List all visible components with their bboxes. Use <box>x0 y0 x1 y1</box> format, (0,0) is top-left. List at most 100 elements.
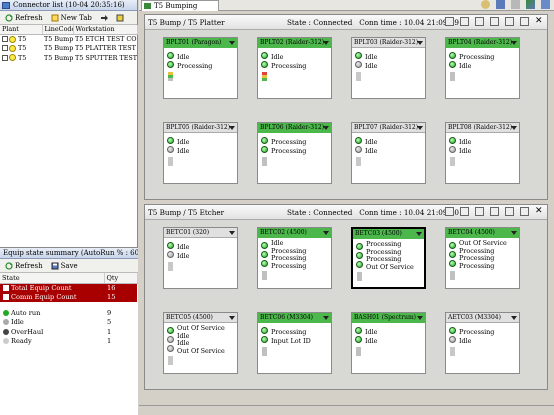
chamber-status: Idle <box>177 138 190 146</box>
list-icon[interactable] <box>511 0 520 9</box>
monitor-icon[interactable] <box>496 0 505 9</box>
equip-card-header[interactable]: BPLT07 (Raider-312) <box>352 123 425 133</box>
row-checkbox[interactable] <box>2 45 8 52</box>
equip-card-header[interactable]: BPLT02 (Raider-312) <box>258 38 331 48</box>
column-header-qty[interactable]: Qty <box>104 273 138 284</box>
camera-icon[interactable] <box>460 17 469 26</box>
equipment-card[interactable]: BPLT04 (Raider-312) Processing Idle <box>445 37 520 99</box>
equipment-card[interactable]: AETC03 (M3304) Processing Idle <box>445 312 520 374</box>
equip-card-header[interactable]: BETC03 (4500) <box>353 229 424 239</box>
grid-icon[interactable] <box>475 207 484 216</box>
equipment-card[interactable]: BETC04 (4500) Out Of Service Processing Pro… <box>445 227 520 289</box>
equip-card-header[interactable]: BPLT01 (Paragon) <box>164 38 237 48</box>
equip-card-header[interactable]: BPLT08 (Raider-312) <box>446 123 519 133</box>
equip-card-header[interactable]: BPLT06 (Raider-312) <box>258 123 331 133</box>
state-label: Auto run <box>11 308 41 317</box>
equip-card-header[interactable]: BETC02 (4500) <box>258 228 331 238</box>
equipment-card[interactable]: BETC03 (4500) Processing Processing Process… <box>351 227 426 289</box>
equip-card-header[interactable]: BASH01 (Spectrum) <box>352 313 425 323</box>
list-icon[interactable] <box>445 17 454 26</box>
dropdown-arrow-icon[interactable] <box>511 41 517 45</box>
refresh-button[interactable]: Refresh <box>3 14 45 22</box>
summary-row[interactable]: Comm Equip Count 15 <box>0 292 137 302</box>
close-icon[interactable]: ✕ <box>535 17 544 26</box>
dropdown-arrow-icon[interactable] <box>417 126 423 130</box>
forward-button[interactable] <box>98 14 110 22</box>
dropdown-arrow-icon[interactable] <box>229 41 235 45</box>
save-icon <box>51 262 59 269</box>
equip-card-header[interactable]: BETC05 (4500) <box>164 313 237 323</box>
table-row[interactable]: T5 T5 Bump T5 SPUTTER TEST <box>0 53 137 63</box>
status-lamp-icon <box>449 61 456 68</box>
dropdown-arrow-icon[interactable] <box>417 316 423 320</box>
monitor-icon[interactable] <box>490 17 499 26</box>
close-icon[interactable]: ✕ <box>535 207 544 216</box>
state-label: Idle <box>11 318 24 327</box>
summary-row[interactable]: Total Equip Count 16 <box>0 283 137 293</box>
new-tab-button[interactable]: New Tab <box>49 14 94 22</box>
equip-card-header[interactable]: AETC03 (M3304) <box>446 313 519 323</box>
table-row[interactable]: T5 T5 Bump T5 ETCH TEST CO <box>0 34 137 44</box>
equipment-card[interactable]: BPLT03 (Raider-312) Idle Idle <box>351 37 426 99</box>
summary-row[interactable]: Idle 5 <box>0 318 137 328</box>
equipment-card[interactable]: BETC05 (4500) Out Of Service Idle Idle Out O… <box>163 312 238 374</box>
equip-card-header[interactable]: BPLT05 (Raider-312) <box>164 123 237 133</box>
dropdown-arrow-icon[interactable] <box>229 316 235 320</box>
workstation-cell: T5 ETCH TEST CO <box>75 35 137 43</box>
equipment-card[interactable]: BPLT02 (Raider-312) Idle Processing <box>257 37 332 99</box>
equipment-card[interactable]: BASH01 (Spectrum) Idle Idle <box>351 312 426 374</box>
equipment-card[interactable]: BPLT06 (Raider-312) Processing Processing <box>257 122 332 184</box>
row-checkbox[interactable] <box>2 36 8 42</box>
column-header-workstation[interactable]: Workstation <box>73 25 138 35</box>
dropdown-arrow-icon[interactable] <box>323 316 329 320</box>
equip-card-header[interactable]: BPLT03 (Raider-312) <box>352 38 425 48</box>
column-header-plant[interactable]: Plant <box>0 25 43 35</box>
column-header-linecode[interactable]: LineCode <box>42 25 74 35</box>
stop-button[interactable] <box>114 14 126 22</box>
disconnect-icon[interactable] <box>520 17 529 26</box>
link-icon[interactable] <box>505 207 514 216</box>
dropdown-arrow-icon[interactable] <box>323 126 329 130</box>
key-icon[interactable] <box>481 0 490 9</box>
dropdown-arrow-icon[interactable] <box>417 41 423 45</box>
equipment-card[interactable]: BPLT08 (Raider-312) Idle Idle <box>445 122 520 184</box>
equipment-card[interactable]: BPLT05 (Raider-312) Idle Idle <box>163 122 238 184</box>
tab-t5-bumping[interactable]: T5 Bumping <box>141 0 219 11</box>
dropdown-arrow-icon[interactable] <box>511 316 517 320</box>
row-checkbox[interactable] <box>2 54 8 61</box>
equipment-card[interactable]: BETC02 (4500) Idle Processing Processing Pro… <box>257 227 332 289</box>
link-icon[interactable] <box>505 17 514 26</box>
equip-card-header[interactable]: BETC06 (M3304) <box>258 313 331 323</box>
equipment-card[interactable]: BETC01 (320) Idle Idle <box>163 227 238 289</box>
equipment-card[interactable]: BETC06 (M3304) Processing Input Lot ID <box>257 312 332 374</box>
summary-row[interactable]: Auto run 9 <box>0 308 137 318</box>
equip-card-header[interactable]: BETC04 (4500) <box>446 228 519 238</box>
grid-icon[interactable] <box>475 17 484 26</box>
dropdown-arrow-icon[interactable] <box>511 126 517 130</box>
dropdown-arrow-icon[interactable] <box>323 41 329 45</box>
equipment-card[interactable]: BPLT01 (Paragon) Idle Processing <box>163 37 238 99</box>
list-icon[interactable] <box>445 207 454 216</box>
column-header-state[interactable]: State <box>0 273 105 284</box>
dropdown-arrow-icon[interactable] <box>229 231 235 235</box>
dropdown-arrow-icon[interactable] <box>511 231 517 235</box>
equip-card-header[interactable]: BETC01 (320) <box>164 228 237 238</box>
dropdown-arrow-icon[interactable] <box>229 126 235 130</box>
camera-icon[interactable] <box>460 207 469 216</box>
equip-card-header[interactable]: BPLT04 (Raider-312) <box>446 38 519 48</box>
summary-row[interactable]: OverHaul 1 <box>0 327 137 337</box>
status-lamp-icon <box>355 146 362 153</box>
save-button[interactable]: Save <box>49 262 80 270</box>
dropdown-arrow-icon[interactable] <box>416 232 422 236</box>
workstation-cell: T5 PLATTER TEST <box>75 44 136 53</box>
summary-refresh-button[interactable]: Refresh <box>3 262 45 270</box>
monitor-icon[interactable] <box>490 207 499 216</box>
summary-row[interactable]: Ready 1 <box>0 337 137 347</box>
dropdown-arrow-icon[interactable] <box>323 231 329 235</box>
summary-toolbar: Refresh Save <box>0 259 138 273</box>
chart-icon[interactable] <box>526 0 535 9</box>
grid-icon[interactable] <box>541 0 550 9</box>
table-row[interactable]: T5 T5 Bump T5 PLATTER TEST <box>0 44 137 54</box>
disconnect-icon[interactable] <box>520 207 529 216</box>
equipment-card[interactable]: BPLT07 (Raider-312) Idle Idle <box>351 122 426 184</box>
